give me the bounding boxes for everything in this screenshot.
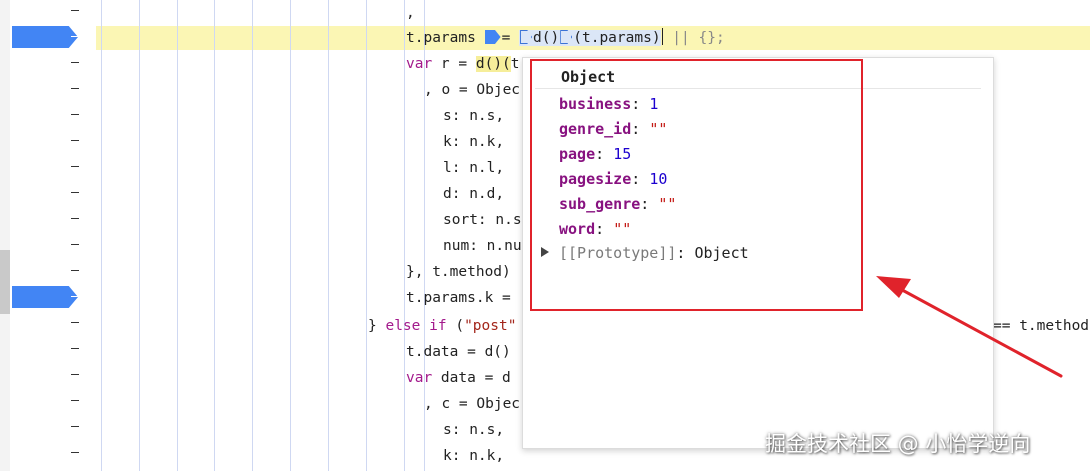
watermark: 掘金技术社区 @ 小怡学逆向 xyxy=(765,432,1031,456)
annotation-arrow-icon xyxy=(876,276,1063,378)
